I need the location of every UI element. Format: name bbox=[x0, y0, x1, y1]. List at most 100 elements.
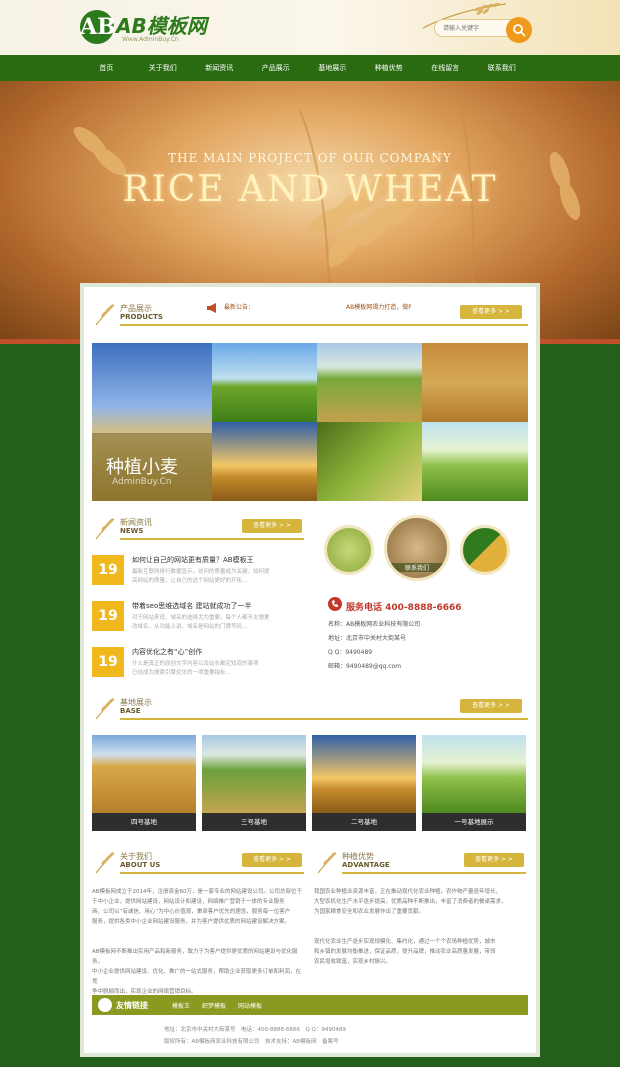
wheat-circle-image[interactable] bbox=[324, 525, 374, 575]
advantage-title-en: ADVANTAGE bbox=[342, 861, 390, 869]
logo[interactable]: AB AB模板网 Www.AdminBuy.Cn bbox=[80, 8, 240, 48]
logo-mark: AB bbox=[80, 10, 116, 44]
nav-contact[interactable]: 联系我们 bbox=[474, 55, 531, 81]
nav-products[interactable]: 产品展示 bbox=[248, 55, 305, 81]
advantage-text-line: 为国家粮食安全和农业发展作出了重要贡献。 bbox=[314, 909, 425, 915]
product-tile[interactable] bbox=[212, 343, 317, 422]
news-date: 19 bbox=[92, 555, 124, 585]
news-item[interactable]: 19 带着seo思维选域名 建站就成功了一半 对于网站来说，域名的选择尤为重要，… bbox=[92, 601, 302, 645]
advantage-more-button[interactable]: 查看更多 > > bbox=[464, 853, 524, 867]
section-rule bbox=[120, 872, 304, 874]
site-header: AB AB模板网 Www.AdminBuy.Cn bbox=[0, 0, 620, 55]
notice-label: 最新公告： bbox=[224, 304, 255, 311]
phone-icon bbox=[328, 597, 342, 611]
news-date: 19 bbox=[92, 647, 124, 677]
base-more-button[interactable]: 查看更多 > > bbox=[460, 699, 522, 713]
news-more-button[interactable]: 查看更多 > > bbox=[242, 519, 302, 533]
product-tile[interactable] bbox=[317, 343, 422, 422]
advantage-text-line: 现代化农业生产逐步实现规模化、集约化，通过一个个农场种植优势，城市 bbox=[314, 939, 496, 945]
megaphone-icon bbox=[207, 303, 216, 313]
friend-links-title: 友情链接 bbox=[116, 1001, 148, 1010]
base-caption[interactable]: 一号基地展示 bbox=[422, 813, 526, 831]
advantage-paragraph: 现代化农业生产逐步实现规模化、集约化，通过一个个农场种植优势，城市 和乡镇的发展… bbox=[314, 937, 528, 967]
nav-advantage[interactable]: 种植优势 bbox=[361, 55, 418, 81]
base-caption[interactable]: 四号基地 bbox=[92, 813, 196, 831]
friend-link[interactable]: 网站模板 bbox=[238, 1001, 262, 1010]
news-title[interactable]: 如何让自己的网站更有质量？AB模板王 bbox=[132, 555, 254, 565]
friend-link[interactable]: 织梦模板 bbox=[202, 1001, 226, 1010]
news-item[interactable]: 19 如何让自己的网站更有质量？AB模板王 最新互联网排行数据显示，访问的质量成… bbox=[92, 555, 302, 599]
link-icon bbox=[98, 998, 112, 1012]
news-summary: 对于网站来说，域名的选择尤为重要，每个人都不太想更 bbox=[132, 615, 270, 621]
about-text-line: 服务，提供各类中小企业网站建设服务，并为客户提供优质的网站建设解决方案。 bbox=[92, 919, 291, 925]
nav-message[interactable]: 在线留言 bbox=[417, 55, 474, 81]
contact-circle-image[interactable]: 联系我们 bbox=[384, 515, 450, 581]
grain-circle-image[interactable] bbox=[460, 525, 510, 575]
news-item[interactable]: 19 内容优化之有“心”创作 什么是真正的原创文字内容以及站长都应知道的事项 已… bbox=[92, 647, 302, 691]
friend-link[interactable]: 模板王 bbox=[172, 1001, 190, 1010]
product-tile-large[interactable]: 种植小麦 AdminBuy.Cn bbox=[92, 343, 212, 501]
section-rule bbox=[342, 872, 526, 874]
about-text-line: 商。公司以“有诚信、用心”为中心价值观，秉承客户优先的理念，服务每一位客户 bbox=[92, 909, 291, 915]
about-text-line: AB模板网成立于2014年，注册资金60万，是一家专业的网站建设公司。公司总部位… bbox=[92, 889, 303, 895]
about-text-line: 中小企业提供网站建设、优化、推广的一站式服务，帮助企业获取更多订单和利润，在竞 bbox=[92, 969, 302, 985]
footer-contact: 地址：北京市中关村大街某号 电话：400-8888-6666 Q Q：94904… bbox=[164, 1027, 346, 1033]
news-title-en: NEWS bbox=[120, 527, 144, 535]
product-tile[interactable] bbox=[422, 343, 528, 422]
nav-base[interactable]: 基地展示 bbox=[304, 55, 361, 81]
products-more-button[interactable]: 查看更多 > > bbox=[460, 305, 522, 319]
news-title[interactable]: 带着seo思维选域名 建站就成功了一半 bbox=[132, 601, 251, 611]
about-section-header: 关于我们 ABOUT US 查看更多 > > bbox=[92, 849, 306, 877]
logo-name: AB模板网 bbox=[116, 14, 207, 38]
base-caption[interactable]: 二号基地 bbox=[312, 813, 416, 831]
about-more-button[interactable]: 查看更多 > > bbox=[242, 853, 302, 867]
base-image[interactable] bbox=[92, 735, 196, 813]
wheat-icon bbox=[95, 698, 115, 720]
contact-company: 名称：AB模板网农业科技有限公司 bbox=[328, 621, 421, 628]
notice-text[interactable]: AB模板网竭力打造，做F bbox=[346, 302, 412, 311]
nav-news[interactable]: 新闻资讯 bbox=[191, 55, 248, 81]
news-section-header: 新闻资讯 NEWS 查看更多 > > bbox=[92, 515, 306, 543]
about-paragraph: AB模板网不断推出实用产品和新服务，致力于为客户提供更优质的网站建设与优化服务，… bbox=[92, 947, 306, 997]
news-title[interactable]: 内容优化之有“心”创作 bbox=[132, 647, 202, 657]
banner-subtitle: THE MAIN PROJECT OF OUR COMPANY bbox=[168, 151, 452, 165]
logo-subtitle: Www.AdminBuy.Cn bbox=[122, 36, 179, 43]
news-summary: 高网站的质量，让自己的这个网站更好的开拓... bbox=[132, 578, 248, 584]
banner-title: RICE AND WHEAT bbox=[122, 169, 498, 210]
section-rule bbox=[120, 324, 528, 326]
search-icon bbox=[513, 24, 526, 37]
news-summary: 最新互联网排行数据显示，访问的质量成为关键，如何提 bbox=[132, 569, 270, 575]
nav-about[interactable]: 关于我们 bbox=[135, 55, 192, 81]
product-tile[interactable] bbox=[422, 422, 528, 501]
advantage-text-line: 我国农业种植业资源丰富，正在推动现代化农业种植，农作物产量逐年增长， bbox=[314, 889, 502, 895]
base-image[interactable] bbox=[312, 735, 416, 813]
product-tile-caption: 种植小麦 bbox=[106, 457, 178, 478]
advantage-section-header: 种植优势 ADVANTAGE 查看更多 > > bbox=[314, 849, 528, 877]
nav-home[interactable]: 首页 bbox=[78, 55, 135, 81]
news-summary: 什么是真正的原创文字内容以及站长都应知道的事项 bbox=[132, 661, 259, 667]
product-tile[interactable] bbox=[317, 422, 422, 501]
search-button[interactable] bbox=[506, 17, 532, 43]
product-gallery: 种植小麦 AdminBuy.Cn bbox=[92, 343, 528, 501]
about-text-line: 于中小企业，提供网站建设，网站设计和建设，网络推广营销于一体的专业服务 bbox=[92, 899, 285, 905]
contact-qq: Q Q：9490489 bbox=[328, 649, 373, 656]
contact-address: 地址：北京市中关村大街某号 bbox=[328, 635, 407, 642]
service-phone-label: 服务电话 bbox=[346, 603, 383, 613]
contact-email: 邮箱：9490489@qq.com bbox=[328, 663, 402, 670]
wheat-icon bbox=[95, 304, 115, 326]
wheat-icon bbox=[317, 852, 337, 874]
products-section-header: 产品展示 PRODUCTS 查看更多 > > bbox=[92, 301, 528, 329]
base-section-header: 基地展示 BASE 查看更多 > > bbox=[92, 695, 528, 723]
about-text-line: AB模板网不断推出实用产品和新服务，致力于为客户提供更优质的网站建设与优化服务， bbox=[92, 949, 298, 965]
about-paragraph: AB模板网成立于2014年，注册资金60万，是一家专业的网站建设公司。公司总部位… bbox=[92, 887, 306, 927]
base-caption[interactable]: 三号基地 bbox=[202, 813, 306, 831]
friend-links-bar: 友情链接 模板王 织梦模板 网站模板 bbox=[92, 995, 528, 1015]
product-tile-watermark: AdminBuy.Cn bbox=[112, 477, 172, 487]
service-phone-number[interactable]: 400-8888-6666 bbox=[385, 603, 461, 613]
product-tile[interactable] bbox=[212, 422, 317, 501]
base-image[interactable] bbox=[202, 735, 306, 813]
service-phone: 服务电话 400-8888-6666 bbox=[346, 600, 462, 613]
advantage-paragraph: 我国农业种植业资源丰富，正在推动现代化农业种植，农作物产量逐年增长， 大型农机化… bbox=[314, 887, 528, 917]
advantage-text-line: 大型农机化生产水平逐步提高，优质品种不断推出，丰富了消费者的餐桌需求， bbox=[314, 899, 507, 905]
base-image[interactable] bbox=[422, 735, 526, 813]
